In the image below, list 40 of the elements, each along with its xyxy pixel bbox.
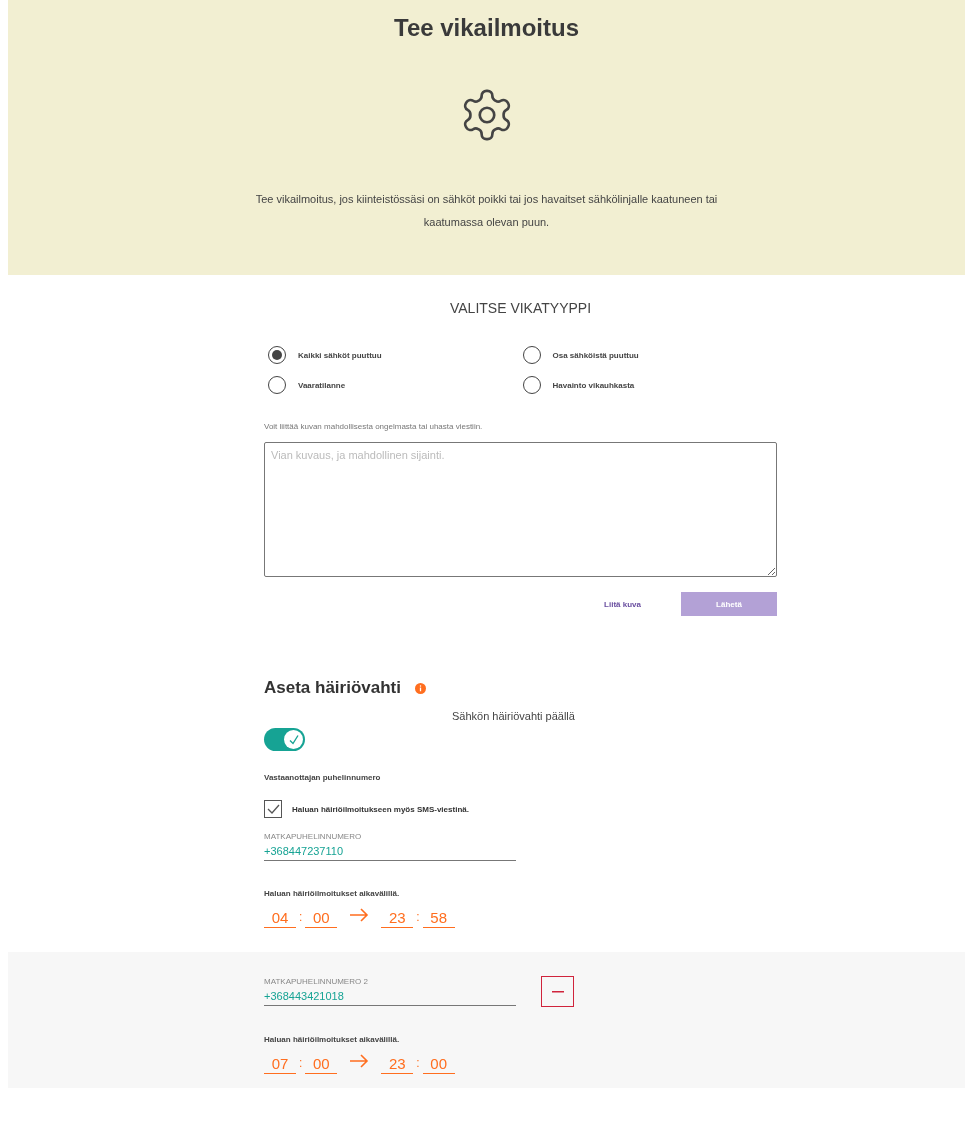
time-range-label: Haluan häiriöilmoitukset aikavälillä.	[264, 889, 401, 898]
time-separator: :	[299, 1056, 303, 1072]
arrow-icon	[349, 1054, 370, 1068]
hour-field[interactable]: 07	[264, 1055, 296, 1074]
minute-field[interactable]: 58	[422, 909, 455, 928]
page-title: Tee vikailmoitus	[394, 14, 579, 42]
phone-field[interactable]: +368443421018	[264, 986, 516, 1006]
section-heading: Aseta häiriövahti	[264, 678, 401, 698]
minute-field[interactable]: 00	[305, 1055, 338, 1074]
hint-text: Voit liittää kuvan mahdollisesta ongelmasta tai uhasta viestiin.	[264, 422, 484, 431]
remove-button[interactable]	[541, 976, 574, 1007]
time-separator: :	[416, 910, 420, 926]
section-heading: VALITSE VIKATYYPPI	[448, 300, 593, 316]
radio-option[interactable]: Vaaratilanne	[268, 376, 523, 394]
recipient-label: Vastaanottajan puhelinnumero	[264, 773, 382, 782]
sms-checkbox-row[interactable]: Haluan häiriöilmoitukseen myös SMS-viestinä.	[264, 800, 777, 818]
arrow-icon	[349, 908, 370, 922]
minus-icon	[551, 990, 564, 993]
hour-field[interactable]: 23	[381, 1055, 414, 1074]
checkbox[interactable]	[264, 800, 282, 818]
field-label: MATKAPUHELINNUMERO 2	[264, 977, 369, 986]
phone-field[interactable]: +368447237110	[264, 841, 516, 861]
radio-option[interactable]: Havainto vikauhkasta	[522, 376, 777, 394]
hour-field[interactable]: 23	[381, 909, 414, 928]
hour-field[interactable]: 04	[264, 909, 296, 928]
field-label: MATKAPUHELINNUMERO	[264, 832, 363, 841]
time-range-label: Haluan häiriöilmoitukset aikavälillä.	[264, 1035, 401, 1044]
radio-option[interactable]: Kaikki sähköt puuttuu	[268, 346, 523, 364]
time-separator: :	[299, 910, 303, 926]
intro-text: Tee vikailmoitus, jos kiinteistössäsi on sähköt poikki tai jos havaitset sähkölinjalle kaatuneen tai kaatumassa olevan puun.	[254, 192, 719, 230]
toggle-label: Sähkön häiriövahti päällä	[452, 710, 575, 722]
check-icon	[287, 733, 300, 746]
info-icon[interactable]	[415, 682, 426, 694]
description-field[interactable]: Vian kuvaus, ja mahdollinen sijainti.	[264, 442, 777, 577]
radio-option[interactable]: Osa sähköistä puuttuu	[522, 346, 777, 364]
minute-field[interactable]: 00	[422, 1055, 455, 1074]
attach-image-link[interactable]: Liitä kuva	[604, 599, 641, 609]
toggle-switch[interactable]	[264, 728, 305, 751]
time-separator: :	[416, 1056, 420, 1072]
minute-field[interactable]: 00	[305, 909, 338, 928]
